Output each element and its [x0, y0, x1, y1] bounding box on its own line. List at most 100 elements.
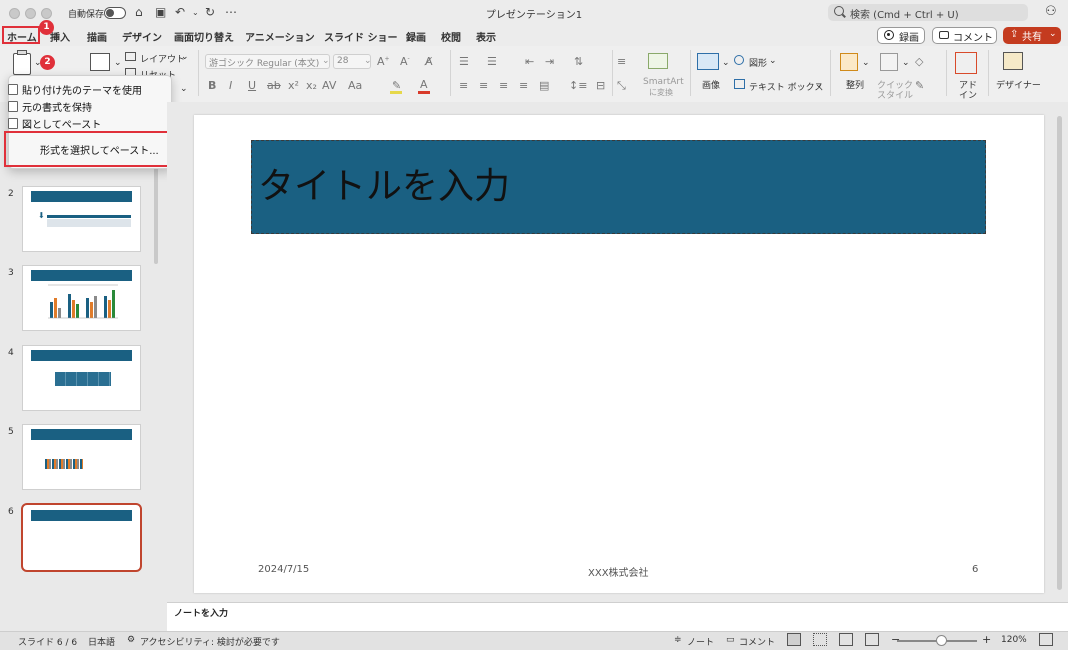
font-color-icon[interactable]: A [420, 78, 428, 91]
line-spacing-icon[interactable]: ↕≡ [569, 79, 587, 92]
image-dropdown-icon[interactable]: ⌄ [722, 58, 730, 68]
thumbnail-chart [45, 459, 83, 469]
arrange-dropdown-icon[interactable]: ⌄ [862, 58, 870, 68]
font-color-bar [418, 91, 430, 94]
character-spacing-icon[interactable]: AV [322, 79, 336, 92]
clear-format-icon[interactable]: A̸ [425, 55, 433, 68]
italic-icon[interactable]: I [229, 79, 232, 92]
paste-use-destination-theme[interactable]: 貼り付け先のテーマを使用 [8, 82, 142, 97]
align-right-icon[interactable]: ≡ [499, 79, 508, 92]
slide-thumbnail-4[interactable] [22, 345, 141, 411]
tab-draw[interactable]: 描画 [87, 29, 107, 44]
tab-transitions[interactable]: 画面切り替え [174, 29, 234, 44]
align-text-icon[interactable]: ≡ [617, 55, 626, 68]
image-icon[interactable] [697, 53, 719, 70]
normal-view-icon[interactable] [787, 633, 801, 646]
slide-sorter-view-icon[interactable] [813, 633, 827, 646]
addin-icon[interactable] [955, 52, 977, 74]
decrease-indent-icon[interactable]: ⇤ [525, 55, 534, 68]
comments-toggle[interactable]: コメント [739, 635, 775, 648]
slide-thumbnail-5[interactable] [22, 424, 141, 490]
smartart-icon[interactable] [648, 53, 668, 69]
image-label: 画像 [702, 81, 721, 91]
slide-title-text[interactable]: タイトルを入力 [258, 157, 510, 209]
thumbnail-title-bar [31, 270, 132, 281]
quick-style-icon[interactable] [880, 53, 898, 71]
designer-icon[interactable] [1003, 52, 1023, 70]
grow-font-icon[interactable]: A+ [377, 55, 390, 68]
slide-thumbnail-6-selected[interactable] [21, 503, 142, 572]
slide-page-number: 6 [972, 564, 979, 575]
numbering-icon[interactable]: ☰ [487, 55, 497, 68]
tab-view[interactable]: 表示 [476, 29, 496, 44]
language-indicator[interactable]: 日本語 [88, 635, 115, 648]
tab-review[interactable]: 校閲 [441, 29, 461, 44]
shape-fill-icon[interactable]: ◇ [915, 55, 923, 68]
shrink-font-icon[interactable]: A- [400, 55, 410, 68]
slide-number: 4 [8, 348, 14, 358]
quick-style-dropdown-icon[interactable]: ⌄ [902, 58, 910, 68]
bold-icon[interactable]: B [208, 79, 216, 92]
reading-view-icon[interactable] [839, 633, 853, 646]
notes-pane[interactable] [167, 602, 1068, 632]
strikethrough-icon[interactable]: ab [267, 79, 281, 92]
align-center-icon[interactable]: ≡ [479, 79, 488, 92]
change-case-icon[interactable]: Aa [348, 79, 362, 92]
fit-to-window-icon[interactable] [1039, 633, 1053, 646]
zoom-slider-thumb[interactable] [936, 635, 947, 646]
superscript-icon[interactable]: x² [288, 79, 299, 92]
zoom-in-icon[interactable]: + [982, 633, 991, 646]
accessibility-status[interactable]: アクセシビリティ: 検討が必要です [140, 635, 280, 648]
distributed-icon[interactable]: ▤ [539, 79, 549, 92]
layout-icon [125, 52, 136, 61]
notes-placeholder[interactable]: ノートを入力 [174, 606, 228, 619]
tab-animations[interactable]: アニメーション [245, 29, 315, 44]
layout-button[interactable]: レイアウト [140, 52, 185, 65]
bullets-icon[interactable]: ☰ [459, 55, 469, 68]
font-name-chevron-icon: ⌄ [322, 56, 330, 66]
zoom-level[interactable]: 120% [1001, 635, 1027, 645]
paste-icon[interactable] [13, 53, 31, 75]
presenter-view-icon[interactable] [865, 633, 879, 646]
tab-record[interactable]: 録画 [406, 29, 426, 44]
paste-as-picture[interactable]: 図としてペースト [8, 116, 101, 131]
layout-dropdown-icon[interactable]: ⌄ [181, 52, 189, 62]
text-box-resize-icon[interactable]: ⤡ [617, 79, 626, 93]
paste-theme-icon [8, 84, 18, 95]
menu-item-label: 貼り付け先のテーマを使用 [22, 86, 142, 97]
textbox-dropdown-icon[interactable]: ⌄ [815, 80, 823, 90]
tab-insert[interactable]: 挿入 [50, 29, 70, 44]
search-input[interactable]: 検索 (Cmd + Ctrl + U) [828, 4, 1028, 21]
paste-keep-source-format[interactable]: 元の書式を保持 [8, 99, 92, 114]
text-direction-icon[interactable]: ⇅ [574, 55, 583, 68]
increase-indent-icon[interactable]: ⇥ [545, 55, 554, 68]
arrange-icon[interactable] [840, 53, 858, 71]
tab-slideshow[interactable]: スライド ショー [324, 29, 397, 44]
slide-thumbnail-3[interactable] [22, 265, 141, 331]
shapes-button[interactable]: 図形 [749, 56, 767, 69]
section-dropdown-icon[interactable]: ⌄ [180, 84, 188, 94]
columns-icon[interactable]: ⊟ [596, 79, 605, 92]
font-size-chevron-icon: ⌄ [364, 56, 372, 66]
notes-toggle[interactable]: ノート [687, 635, 714, 648]
justify-icon[interactable]: ≡ [519, 79, 528, 92]
addin-label-line2: イン [959, 91, 978, 101]
new-slide-icon[interactable] [90, 53, 110, 71]
underline-icon[interactable]: U [248, 79, 256, 92]
align-left-icon[interactable]: ≡ [459, 79, 468, 92]
shapes-dropdown-icon[interactable]: ⌄ [769, 56, 777, 66]
slide-counter: スライド 6 / 6 [18, 638, 78, 648]
comment-icon [939, 31, 949, 39]
slide-number: 5 [8, 427, 14, 437]
textbox-button[interactable]: テキスト ボックス [749, 80, 823, 93]
new-slide-dropdown-icon[interactable]: ⌄ [114, 58, 122, 68]
tab-design[interactable]: デザイン [122, 29, 162, 44]
shape-outline-icon[interactable]: ✎ [915, 79, 924, 92]
thumbnail-bar-chart [48, 284, 118, 319]
slide-thumbnail-2[interactable]: ⬇ [22, 186, 141, 252]
people-icon[interactable]: ⚇ [1045, 4, 1057, 19]
subscript-icon[interactable]: x₂ [306, 79, 317, 92]
thumbnail-arrow-icon: ⬇ [38, 211, 45, 220]
slide-scrollbar[interactable] [1057, 116, 1062, 590]
font-name-select[interactable]: 游ゴシック Regular (本文) [205, 54, 330, 69]
